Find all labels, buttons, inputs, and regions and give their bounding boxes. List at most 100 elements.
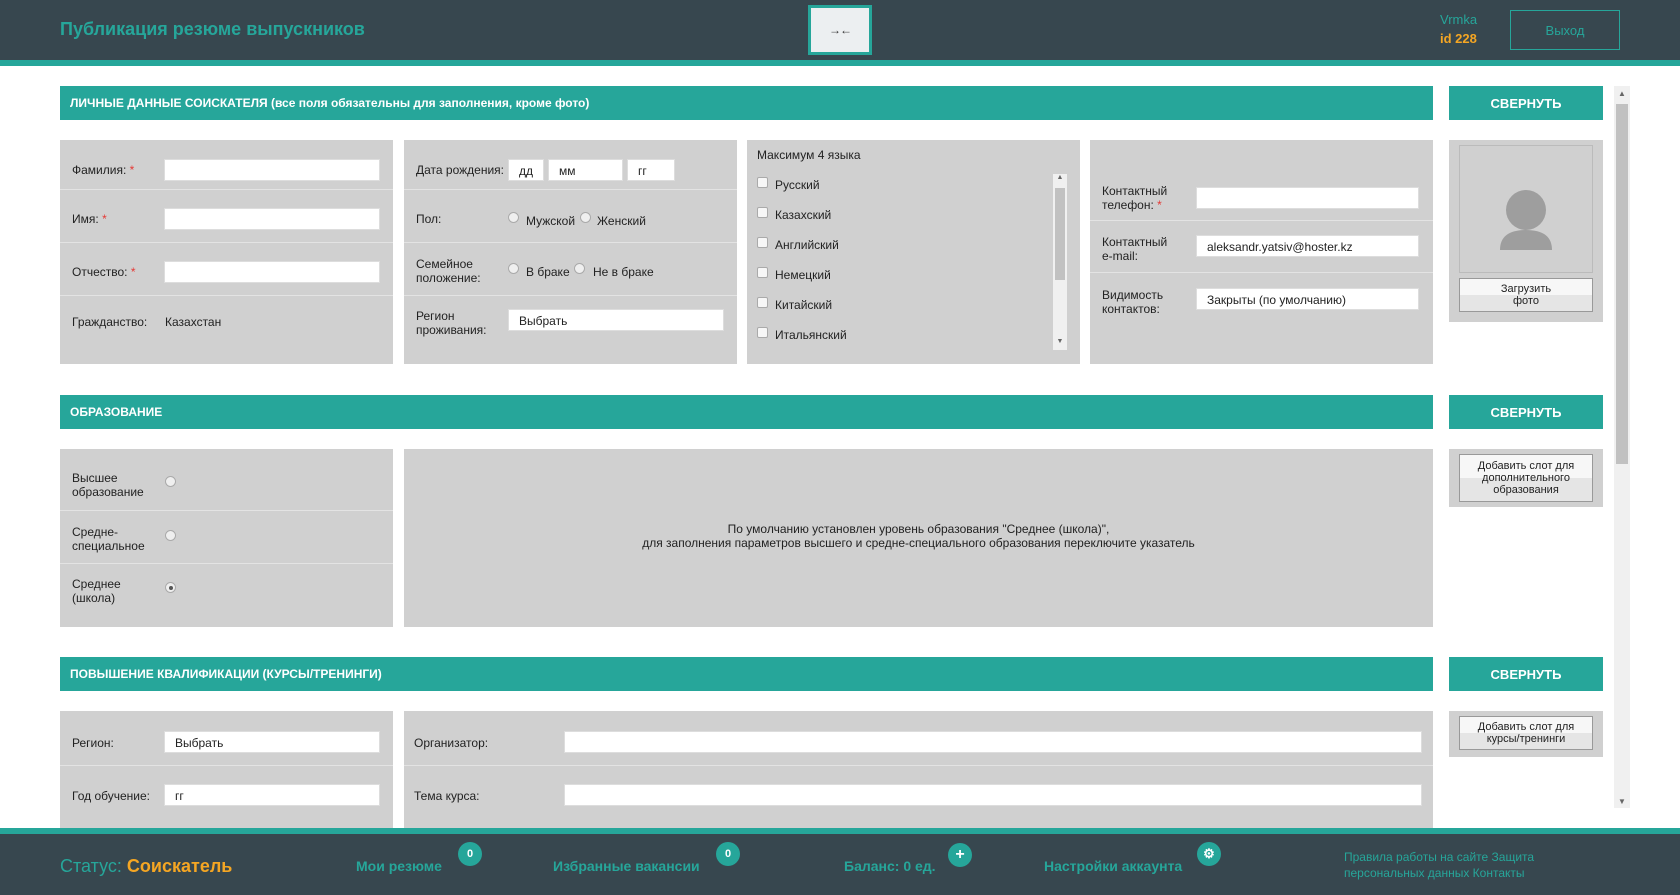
lang-checkbox[interactable] (757, 177, 768, 188)
surname-input[interactable] (164, 159, 380, 181)
main-scrollbar[interactable]: ▲ ▼ (1614, 86, 1630, 808)
marital-single-radio[interactable] (574, 263, 585, 274)
region-select[interactable]: Выбрать (508, 309, 724, 331)
status-label: Статус: (60, 856, 122, 876)
top-header: Публикация резюме выпускников →← Vrmka i… (0, 0, 1680, 60)
education-add-panel: Добавить слот для дополнительного образо… (1449, 449, 1603, 507)
languages-scrollbar[interactable]: ▲ ▼ (1053, 174, 1067, 350)
layout-toggle-button[interactable]: →← (808, 5, 872, 55)
languages-panel: Максимум 4 языка ▲ ▼ Русский Казахский А… (747, 140, 1080, 364)
personal-names-panel: Фамилия: * Имя: * Отчество: * Гражданств… (60, 140, 393, 364)
gender-row: Пол: Мужской Женский (404, 190, 737, 243)
organizer-input[interactable] (564, 731, 1422, 753)
courses-collapse-button[interactable]: СВЕРНУТЬ (1449, 657, 1603, 691)
personal-section-header: ЛИЧНЫЕ ДАННЫЕ СОИСКАТЕЛЯ (все поля обяза… (60, 86, 1433, 120)
account-settings-link[interactable]: Настройки аккаунта (1044, 858, 1182, 874)
upload-label-line1: Загрузить (1500, 283, 1552, 295)
add-education-slot-button[interactable]: Добавить слот для дополнительного образо… (1459, 454, 1593, 502)
name-input[interactable] (164, 208, 380, 230)
scroll-up-arrow-icon[interactable]: ▲ (1053, 174, 1067, 186)
required-mark: * (102, 212, 107, 226)
phone-input[interactable] (1196, 187, 1419, 209)
lang-label: Итальянский (775, 328, 847, 342)
avatar-icon (1500, 190, 1552, 250)
topic-input[interactable] (564, 784, 1422, 806)
education-info-panel: По умолчанию установлен уровень образова… (404, 449, 1433, 627)
organizer-label: Организатор: (414, 736, 489, 750)
lang-label: Немецкий (775, 268, 831, 282)
education-collapse-button[interactable]: СВЕРНУТЬ (1449, 395, 1603, 429)
course-year-input[interactable]: гг (164, 784, 380, 806)
settings-gear-icon[interactable]: ⚙ (1197, 842, 1221, 866)
birth-month-input[interactable]: мм (548, 159, 623, 181)
add-course-slot-button[interactable]: Добавить слот для курсы/тренинги (1459, 716, 1593, 750)
education-info-line1: По умолчанию установлен уровень образова… (727, 522, 1110, 536)
phone-row: Контактный телефон: * (1090, 140, 1433, 221)
personal-collapse-button[interactable]: СВЕРНУТЬ (1449, 86, 1603, 120)
my-resumes-link[interactable]: Мои резюме (356, 858, 442, 874)
photo-panel: Загрузить фото (1449, 140, 1603, 322)
higher-edu-radio[interactable] (165, 476, 176, 487)
user-id: id 228 (1440, 31, 1477, 46)
birth-year-input[interactable]: гг (627, 159, 675, 181)
phone-label-line1: Контактный (1102, 184, 1168, 198)
lang-label: Казахский (775, 208, 832, 222)
lang-checkbox[interactable] (757, 237, 768, 248)
patronymic-label: Отчество: (72, 265, 128, 279)
gender-female-label: Женский (597, 214, 646, 228)
course-region-select[interactable]: Выбрать (164, 731, 380, 753)
scroll-down-arrow-icon[interactable]: ▼ (1053, 338, 1067, 350)
logout-button[interactable]: Выход (1510, 10, 1620, 50)
citizenship-value: Казахстан (165, 315, 222, 329)
gender-male-label: Мужской (526, 214, 576, 228)
gender-male-radio[interactable] (508, 212, 519, 223)
balance-link[interactable]: Баланс: 0 ед. (844, 858, 936, 874)
bottom-footer: Статус: Соискатель Мои резюме 0 Избранны… (0, 834, 1680, 895)
add-balance-plus-icon[interactable]: + (948, 843, 972, 867)
required-mark: * (1157, 198, 1162, 212)
birth-day-input[interactable]: дд (508, 159, 544, 181)
status-value: Соискатель (126, 856, 233, 876)
email-input[interactable]: aleksandr.yatsiv@hoster.kz (1196, 235, 1419, 257)
scroll-up-arrow-icon[interactable]: ▲ (1614, 86, 1630, 100)
special-edu-radio[interactable] (165, 530, 176, 541)
gender-female-radio[interactable] (580, 212, 591, 223)
languages-scroll-thumb[interactable] (1055, 188, 1065, 280)
main-scroll-thumb[interactable] (1616, 104, 1628, 464)
lang-checkbox[interactable] (757, 297, 768, 308)
required-mark: * (130, 265, 136, 279)
favorite-vacancies-link[interactable]: Избранные вакансии (553, 858, 700, 874)
visibility-row: Видимость контактов: Закрыты (по умолчани… (1090, 273, 1433, 364)
lang-checkbox[interactable] (757, 207, 768, 218)
education-info-line2: для заполнения параметров высшего и сред… (642, 536, 1195, 550)
upload-photo-button[interactable]: Загрузить фото (1459, 278, 1593, 312)
lang-checkbox[interactable] (757, 267, 768, 278)
patronymic-input[interactable] (164, 261, 380, 283)
email-label-line1: Контактный (1102, 235, 1168, 249)
school-edu-label-line2: (школа) (72, 591, 116, 605)
course-region-label: Регион: (72, 736, 114, 750)
school-edu-radio[interactable] (165, 582, 176, 593)
gender-label: Пол: (416, 212, 442, 226)
region-label-line2: проживания: (416, 323, 487, 337)
lang-label: Русский (775, 178, 820, 192)
main-content: ЛИЧНЫЕ ДАННЫЕ СОИСКАТЕЛЯ (все поля обяза… (0, 66, 1680, 828)
my-resumes-count-badge: 0 (458, 842, 482, 866)
topic-row: Тема курса: (404, 766, 1433, 828)
higher-edu-label-line2: образование (72, 485, 144, 499)
scroll-down-arrow-icon[interactable]: ▼ (1614, 794, 1630, 808)
patronymic-row: Отчество: * (60, 243, 393, 296)
course-year-row: Год обучение: гг (60, 766, 393, 828)
email-label-line2: e-mail: (1102, 249, 1139, 263)
higher-edu-label-line1: Высшее (72, 471, 118, 485)
marital-married-radio[interactable] (508, 263, 519, 274)
organizer-row: Организатор: (404, 711, 1433, 766)
personal-details-panel: Дата рождения: дд мм гг Пол: Мужской Жен… (404, 140, 737, 364)
courses-section-header: ПОВЫШЕНИЕ КВАЛИФИКАЦИИ (КУРСЫ/ТРЕНИНГИ) (60, 657, 1433, 691)
lang-checkbox[interactable] (757, 327, 768, 338)
photo-placeholder (1459, 145, 1593, 273)
visibility-select[interactable]: Закрыты (по умолчанию) (1196, 288, 1419, 310)
marital-label-line1: Семейное (416, 257, 473, 271)
footer-links[interactable]: Правила работы на сайте Защита персональ… (1344, 849, 1574, 881)
topic-label: Тема курса: (414, 789, 480, 803)
